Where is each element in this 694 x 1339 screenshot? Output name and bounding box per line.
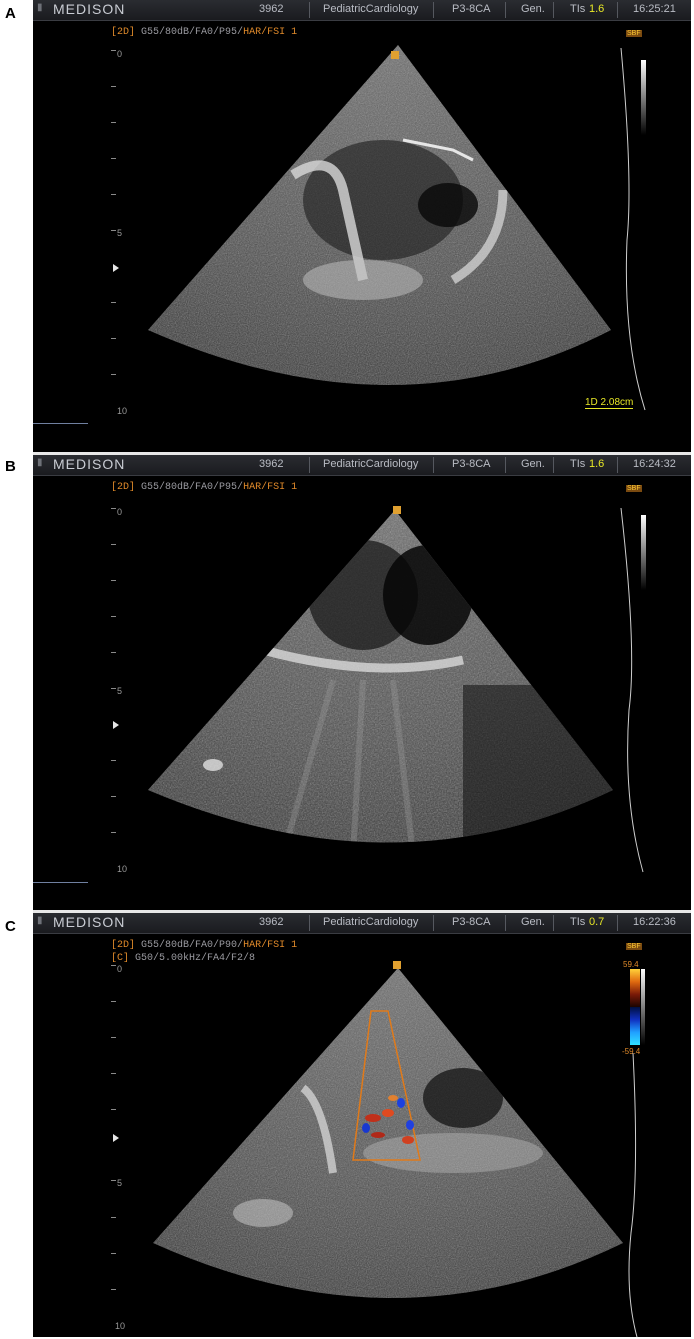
ultrasound-panel-c: ▮ MEDISON 3962 PediatricCardiology P3-8C… bbox=[33, 913, 691, 1337]
panel-label-c: C bbox=[5, 918, 16, 935]
panel-label-b: B bbox=[5, 458, 16, 475]
sbf-badge-icon: SBF bbox=[626, 943, 642, 950]
focus-marker-icon bbox=[393, 506, 401, 514]
grayscale-bar bbox=[641, 969, 645, 1045]
color-scale-max: 59.4 bbox=[623, 960, 639, 969]
color-scale-negative bbox=[630, 1007, 640, 1045]
tgc-curve bbox=[620, 47, 646, 411]
focus-marker-icon bbox=[391, 51, 399, 59]
measurement-readout: 1D 2.08cm bbox=[585, 397, 634, 409]
color-scale-positive bbox=[630, 969, 640, 1007]
ultrasound-image-b bbox=[148, 510, 613, 843]
ultrasound-image-a bbox=[148, 45, 611, 385]
tgc-curve bbox=[628, 1053, 638, 1337]
ultrasound-image-c bbox=[153, 968, 623, 1298]
ultrasound-panel-b: ▮ MEDISON 3962 PediatricCardiology P3-8C… bbox=[33, 455, 691, 887]
sbf-badge-icon: SBF bbox=[626, 30, 642, 37]
ultrasound-panel-a: ▮ MEDISON 3962 PediatricCardiology P3-8C… bbox=[33, 0, 691, 428]
sbf-badge-icon: SBF bbox=[626, 485, 642, 492]
focus-marker-icon bbox=[393, 961, 401, 969]
panel-label-a: A bbox=[5, 5, 16, 22]
tgc-curve bbox=[620, 507, 644, 873]
